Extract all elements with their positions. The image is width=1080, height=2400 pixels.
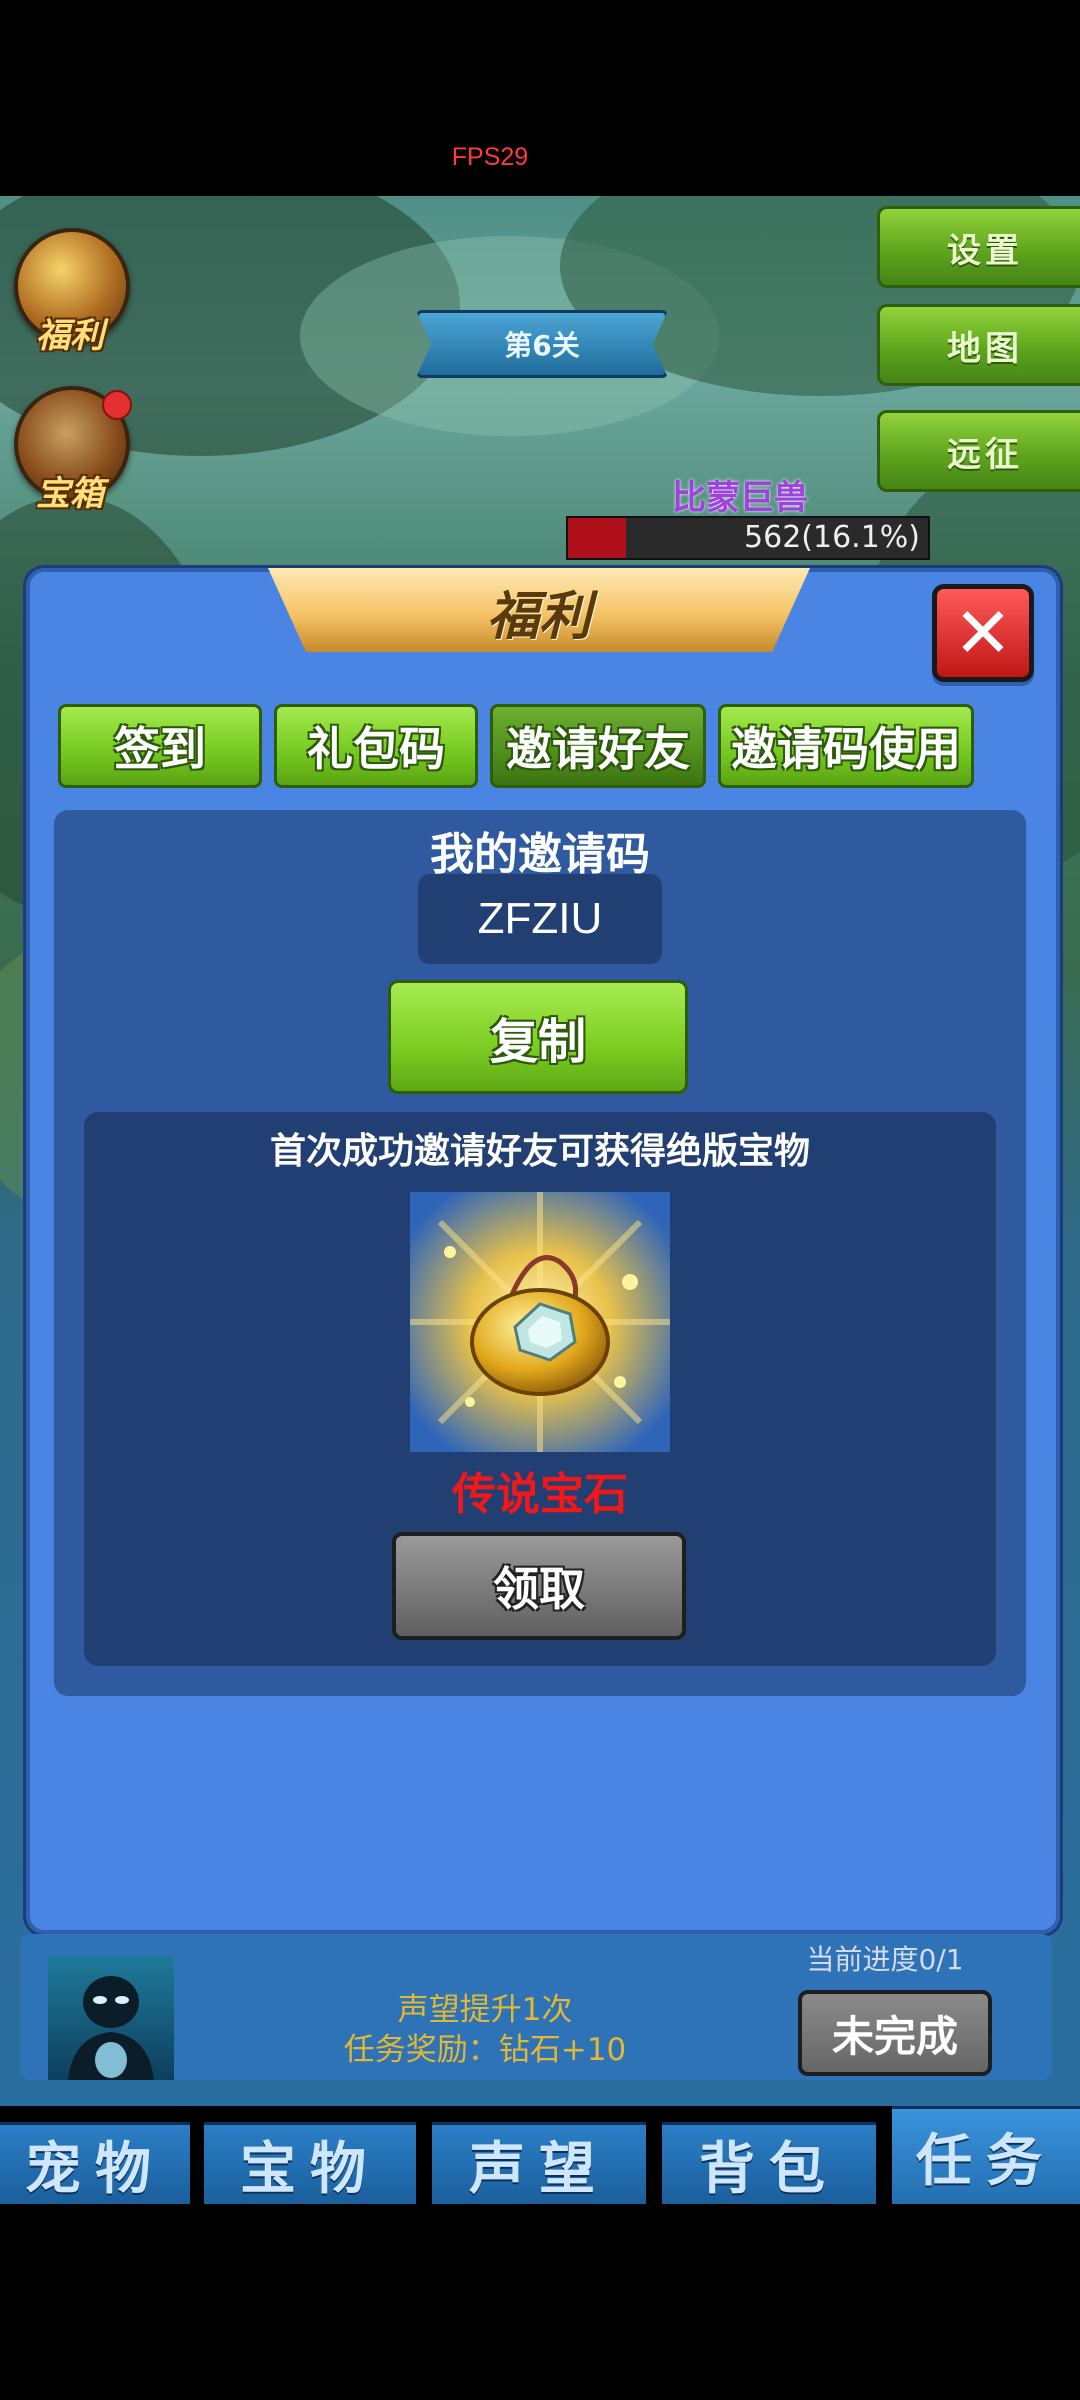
task-avatar: [48, 1956, 174, 2080]
tab-use-invite-code[interactable]: 邀请码使用: [718, 704, 974, 788]
invite-code-heading: 我的邀请码: [430, 829, 650, 880]
task-reward: 任务奖励：钻石+10: [343, 2032, 627, 2068]
welfare-label: 福利: [36, 316, 104, 356]
tab-gift-code[interactable]: 礼包码: [274, 704, 478, 788]
task-status-button[interactable]: 未完成: [798, 1990, 992, 2076]
tab-tasks[interactable]: 任务: [892, 2106, 1080, 2204]
tab-reputation[interactable]: 声望: [432, 2122, 646, 2204]
dialog-title: 福利: [486, 587, 591, 647]
map-button[interactable]: 地图: [877, 304, 1080, 386]
notification-dot-icon: [102, 390, 132, 420]
claim-button[interactable]: 领取: [392, 1532, 686, 1640]
tab-backpack[interactable]: 背包: [662, 2122, 876, 2204]
expedition-button[interactable]: 远征: [877, 410, 1080, 492]
reward-description: 首次成功邀请好友可获得绝版宝物: [269, 1131, 810, 1172]
invite-code-value: ZFZIU: [418, 874, 662, 964]
treasure-chest-label: 宝箱: [36, 474, 104, 514]
boss-hp-text: 562(16.1%): [744, 520, 920, 555]
level-banner: 第6关: [416, 310, 668, 378]
fps-counter: FPS29: [451, 143, 529, 171]
gem-amulet-icon: [410, 1192, 670, 1452]
tab-sign-in[interactable]: 签到: [58, 704, 262, 788]
close-icon[interactable]: ✕: [932, 584, 1034, 682]
boss-name: 比蒙巨兽: [672, 478, 808, 518]
task-progress: 当前进度0/1: [806, 1943, 964, 1976]
boss-hp-bar: 562(16.1%): [566, 516, 930, 560]
tab-pets[interactable]: 宠物: [0, 2122, 190, 2204]
tab-invite-friends[interactable]: 邀请好友: [490, 704, 706, 788]
tab-treasures[interactable]: 宝物: [204, 2122, 416, 2204]
reward-item-name: 传说宝石: [452, 1469, 628, 1520]
settings-button[interactable]: 设置: [877, 206, 1080, 288]
task-title: 声望提升1次: [397, 1992, 573, 2028]
copy-button[interactable]: 复制: [388, 980, 688, 1094]
